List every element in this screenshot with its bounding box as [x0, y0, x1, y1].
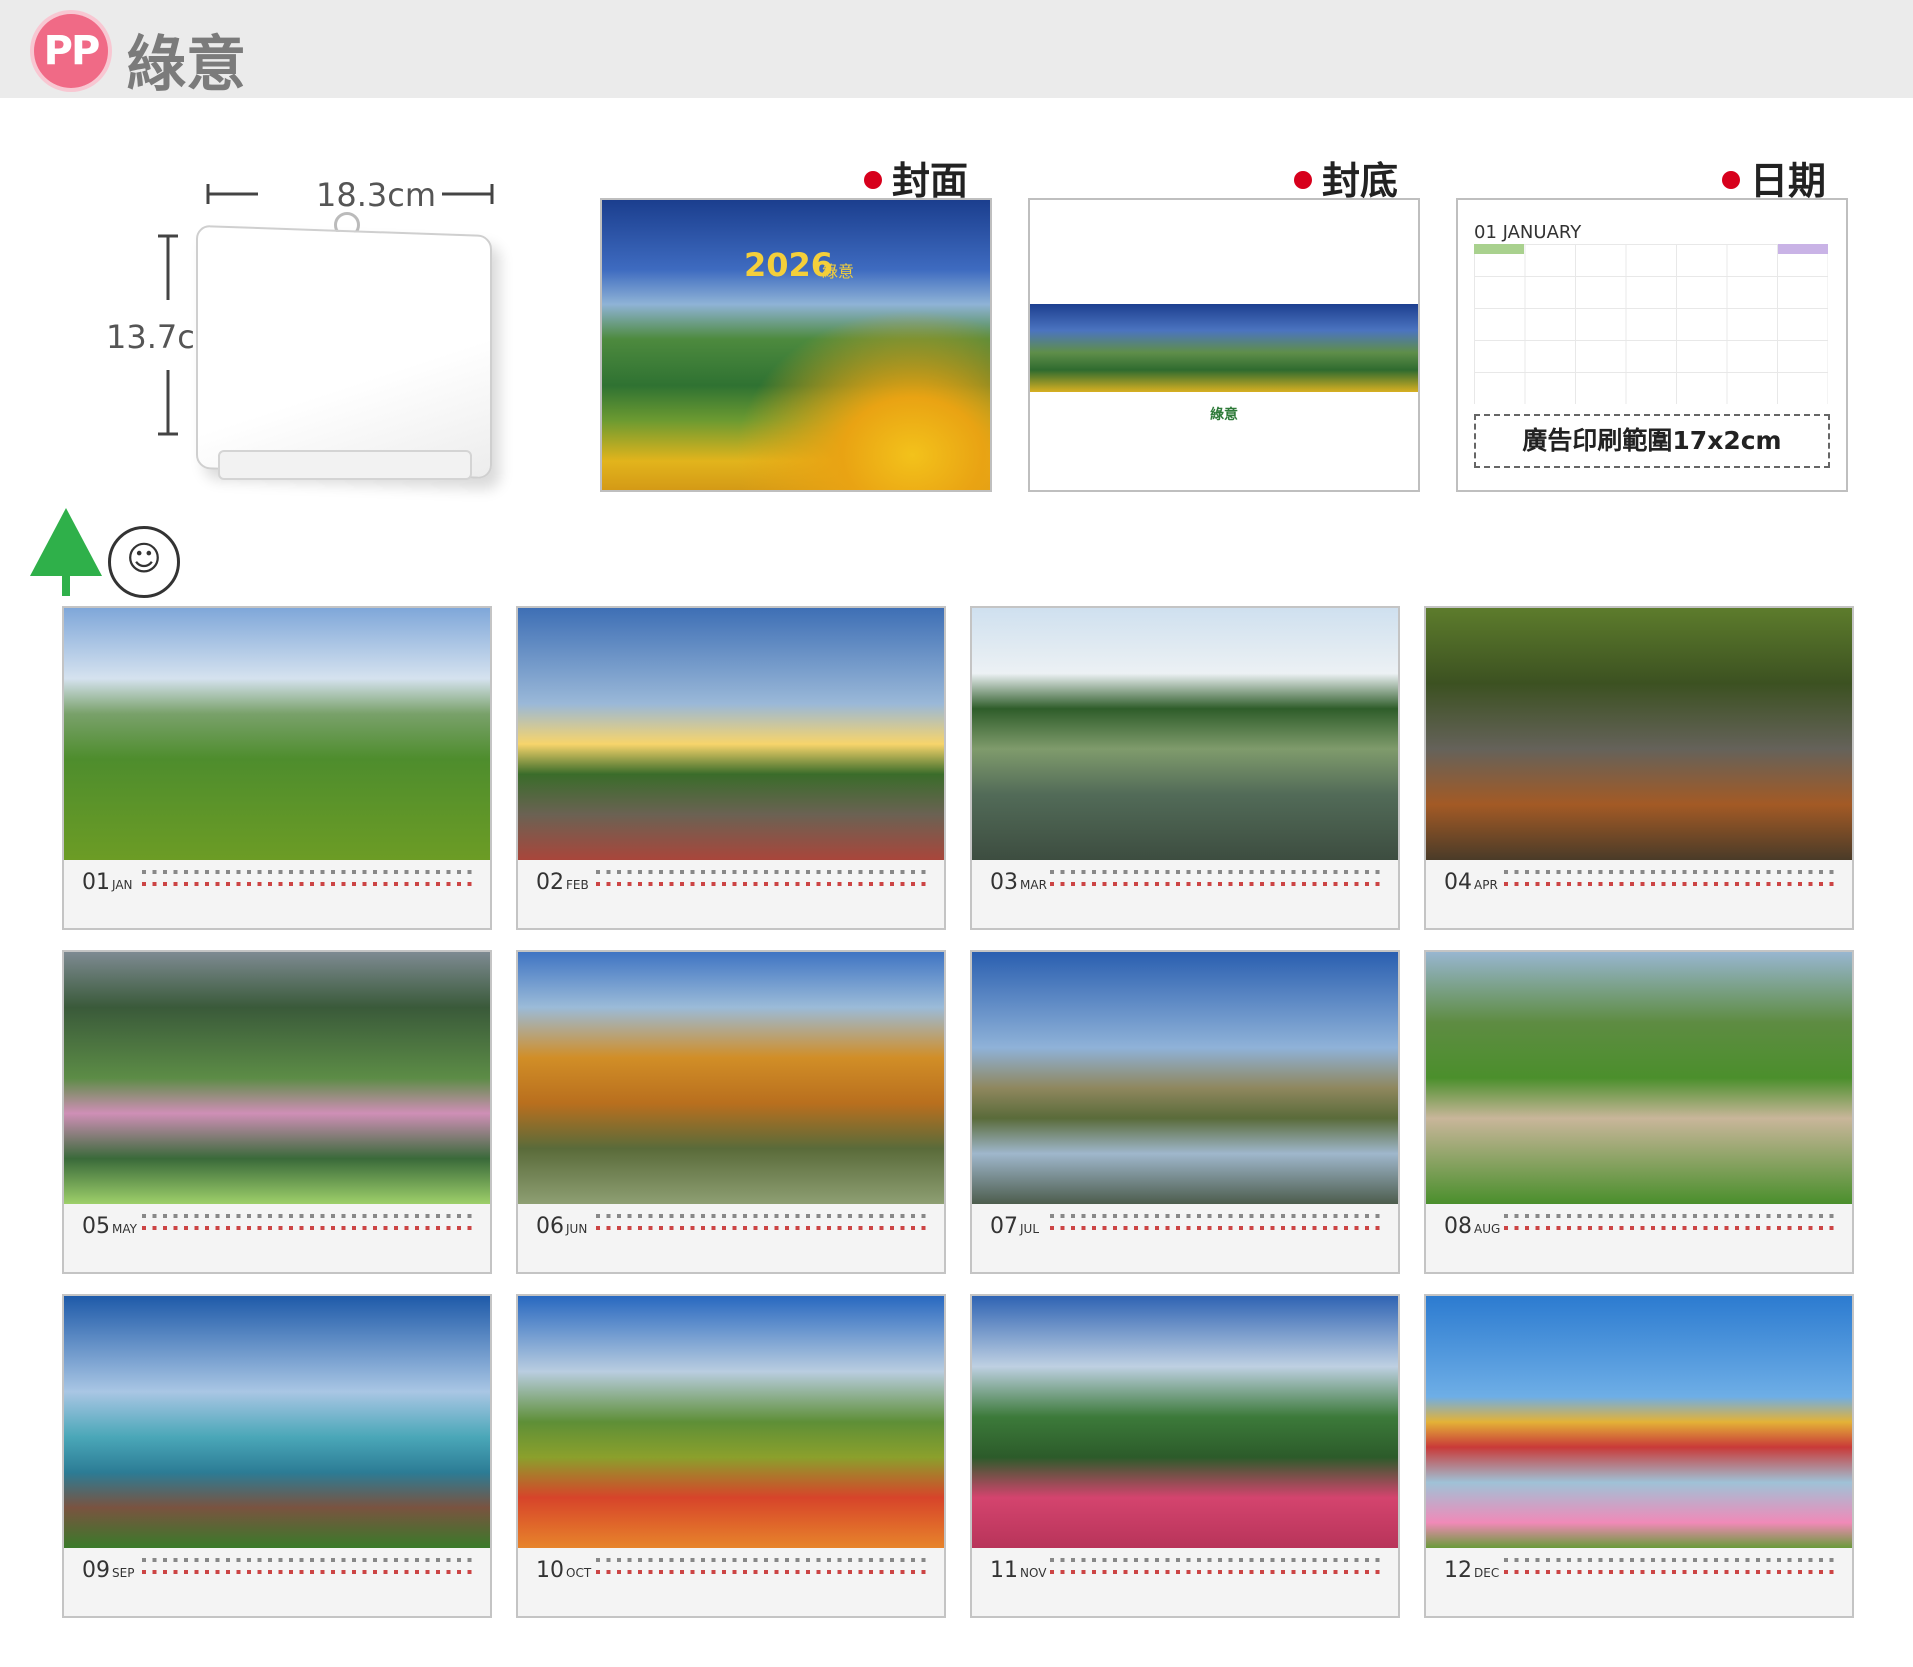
mini-calendar-strip: [142, 1212, 478, 1234]
month-photo: [972, 608, 1398, 860]
mini-calendar-strip: [142, 868, 478, 890]
mini-calendar-strip: [1050, 868, 1386, 890]
month-card-jul: 07 JUL: [970, 950, 1400, 1274]
month-card-nov: 11 NOV: [970, 1294, 1400, 1618]
month-label: 03 MAR: [990, 870, 1047, 895]
month-footer: 02 FEB: [518, 860, 944, 928]
mini-calendar-strip: [142, 1556, 478, 1578]
header: PP 綠意: [0, 0, 1913, 100]
girl-face-icon: ☺: [108, 526, 180, 598]
month-footer: 06 JUN: [518, 1204, 944, 1272]
tree-trunk-icon: [62, 576, 70, 596]
cover-section-label: 封面: [864, 150, 968, 205]
month-card-sep: 09 SEP: [62, 1294, 492, 1618]
cover-preview: 2026 綠意: [600, 198, 992, 492]
back-brand: 綠意: [1210, 407, 1238, 423]
date-preview: 01 JANUARY 廣告印刷範圍17x2cm: [1456, 198, 1848, 492]
ad-print-area: 廣告印刷範圍17x2cm: [1474, 414, 1830, 468]
month-footer: 11 NOV: [972, 1548, 1398, 1616]
saturday-header: [1778, 244, 1828, 254]
month-card-jan: 01 JAN: [62, 606, 492, 930]
month-label: 07 JUL: [990, 1214, 1040, 1239]
mini-calendar-strip: [1050, 1556, 1386, 1578]
month-label: 10 OCT: [536, 1558, 592, 1583]
month-card-oct: 10 OCT: [516, 1294, 946, 1618]
month-card-mar: 03 MAR: [970, 606, 1400, 930]
red-dot-icon: [1294, 170, 1312, 189]
month-label: 12 DEC: [1444, 1558, 1500, 1583]
month-photo: [1426, 952, 1852, 1204]
month-footer: 09 SEP: [64, 1548, 490, 1616]
tree-icon: [30, 508, 102, 576]
mini-calendar-strip: [1504, 1556, 1840, 1578]
month-card-feb: 02 FEB: [516, 606, 946, 930]
month-footer: 03 MAR: [972, 860, 1398, 928]
calendar-base-illustration: [218, 450, 472, 480]
pp-badge: PP: [34, 14, 108, 88]
month-photo: [1426, 1296, 1852, 1548]
month-label: 09 SEP: [82, 1558, 135, 1583]
month-card-dec: 12 DEC: [1424, 1294, 1854, 1618]
mini-calendar-strip: [1050, 1212, 1386, 1234]
width-dimension-label: 18.3cm: [316, 176, 437, 214]
month-photo: [64, 608, 490, 860]
back-photo-strip: [1030, 304, 1418, 392]
month-photo: [1426, 608, 1852, 860]
page-title: 綠意: [126, 30, 246, 100]
month-footer: 04 APR: [1426, 860, 1852, 928]
month-photo: [64, 952, 490, 1204]
month-footer: 10 OCT: [518, 1548, 944, 1616]
month-footer: 07 JUL: [972, 1204, 1398, 1272]
cover-photo: [602, 200, 990, 490]
month-label: 11 NOV: [990, 1558, 1047, 1583]
month-photo: [518, 608, 944, 860]
cover-year: 2026: [744, 246, 834, 284]
sunday-header: [1474, 244, 1524, 254]
mini-calendar-strip: [1504, 1212, 1840, 1234]
date-month-heading: 01 JANUARY: [1474, 222, 1582, 243]
month-photo: [972, 1296, 1398, 1548]
date-section-label: 日期: [1722, 150, 1826, 205]
calendar-outline-illustration: [196, 224, 492, 480]
month-photo: [64, 1296, 490, 1548]
mini-calendar-strip: [1504, 868, 1840, 890]
month-label: 04 APR: [1444, 870, 1498, 895]
month-card-aug: 08 AUG: [1424, 950, 1854, 1274]
month-label: 01 JAN: [82, 870, 133, 895]
month-card-jun: 06 JUN: [516, 950, 946, 1274]
cover-brand: 綠意: [822, 262, 855, 281]
month-footer: 05 MAY: [64, 1204, 490, 1272]
month-label: 02 FEB: [536, 870, 589, 895]
back-section-label: 封底: [1294, 150, 1398, 205]
date-grid: [1474, 244, 1828, 404]
mini-calendar-strip: [596, 1212, 932, 1234]
month-card-may: 05 MAY: [62, 950, 492, 1274]
month-photo: [518, 1296, 944, 1548]
month-label: 05 MAY: [82, 1214, 137, 1239]
red-dot-icon: [1722, 170, 1740, 189]
red-dot-icon: [864, 170, 882, 189]
month-label: 08 AUG: [1444, 1214, 1501, 1239]
month-footer: 12 DEC: [1426, 1548, 1852, 1616]
month-photo: [972, 952, 1398, 1204]
month-footer: 08 AUG: [1426, 1204, 1852, 1272]
mini-calendar-strip: [596, 1556, 932, 1578]
month-footer: 01 JAN: [64, 860, 490, 928]
back-preview: 綠意: [1028, 198, 1420, 492]
month-label: 06 JUN: [536, 1214, 588, 1239]
mini-calendar-strip: [596, 868, 932, 890]
month-card-apr: 04 APR: [1424, 606, 1854, 930]
month-photo: [518, 952, 944, 1204]
